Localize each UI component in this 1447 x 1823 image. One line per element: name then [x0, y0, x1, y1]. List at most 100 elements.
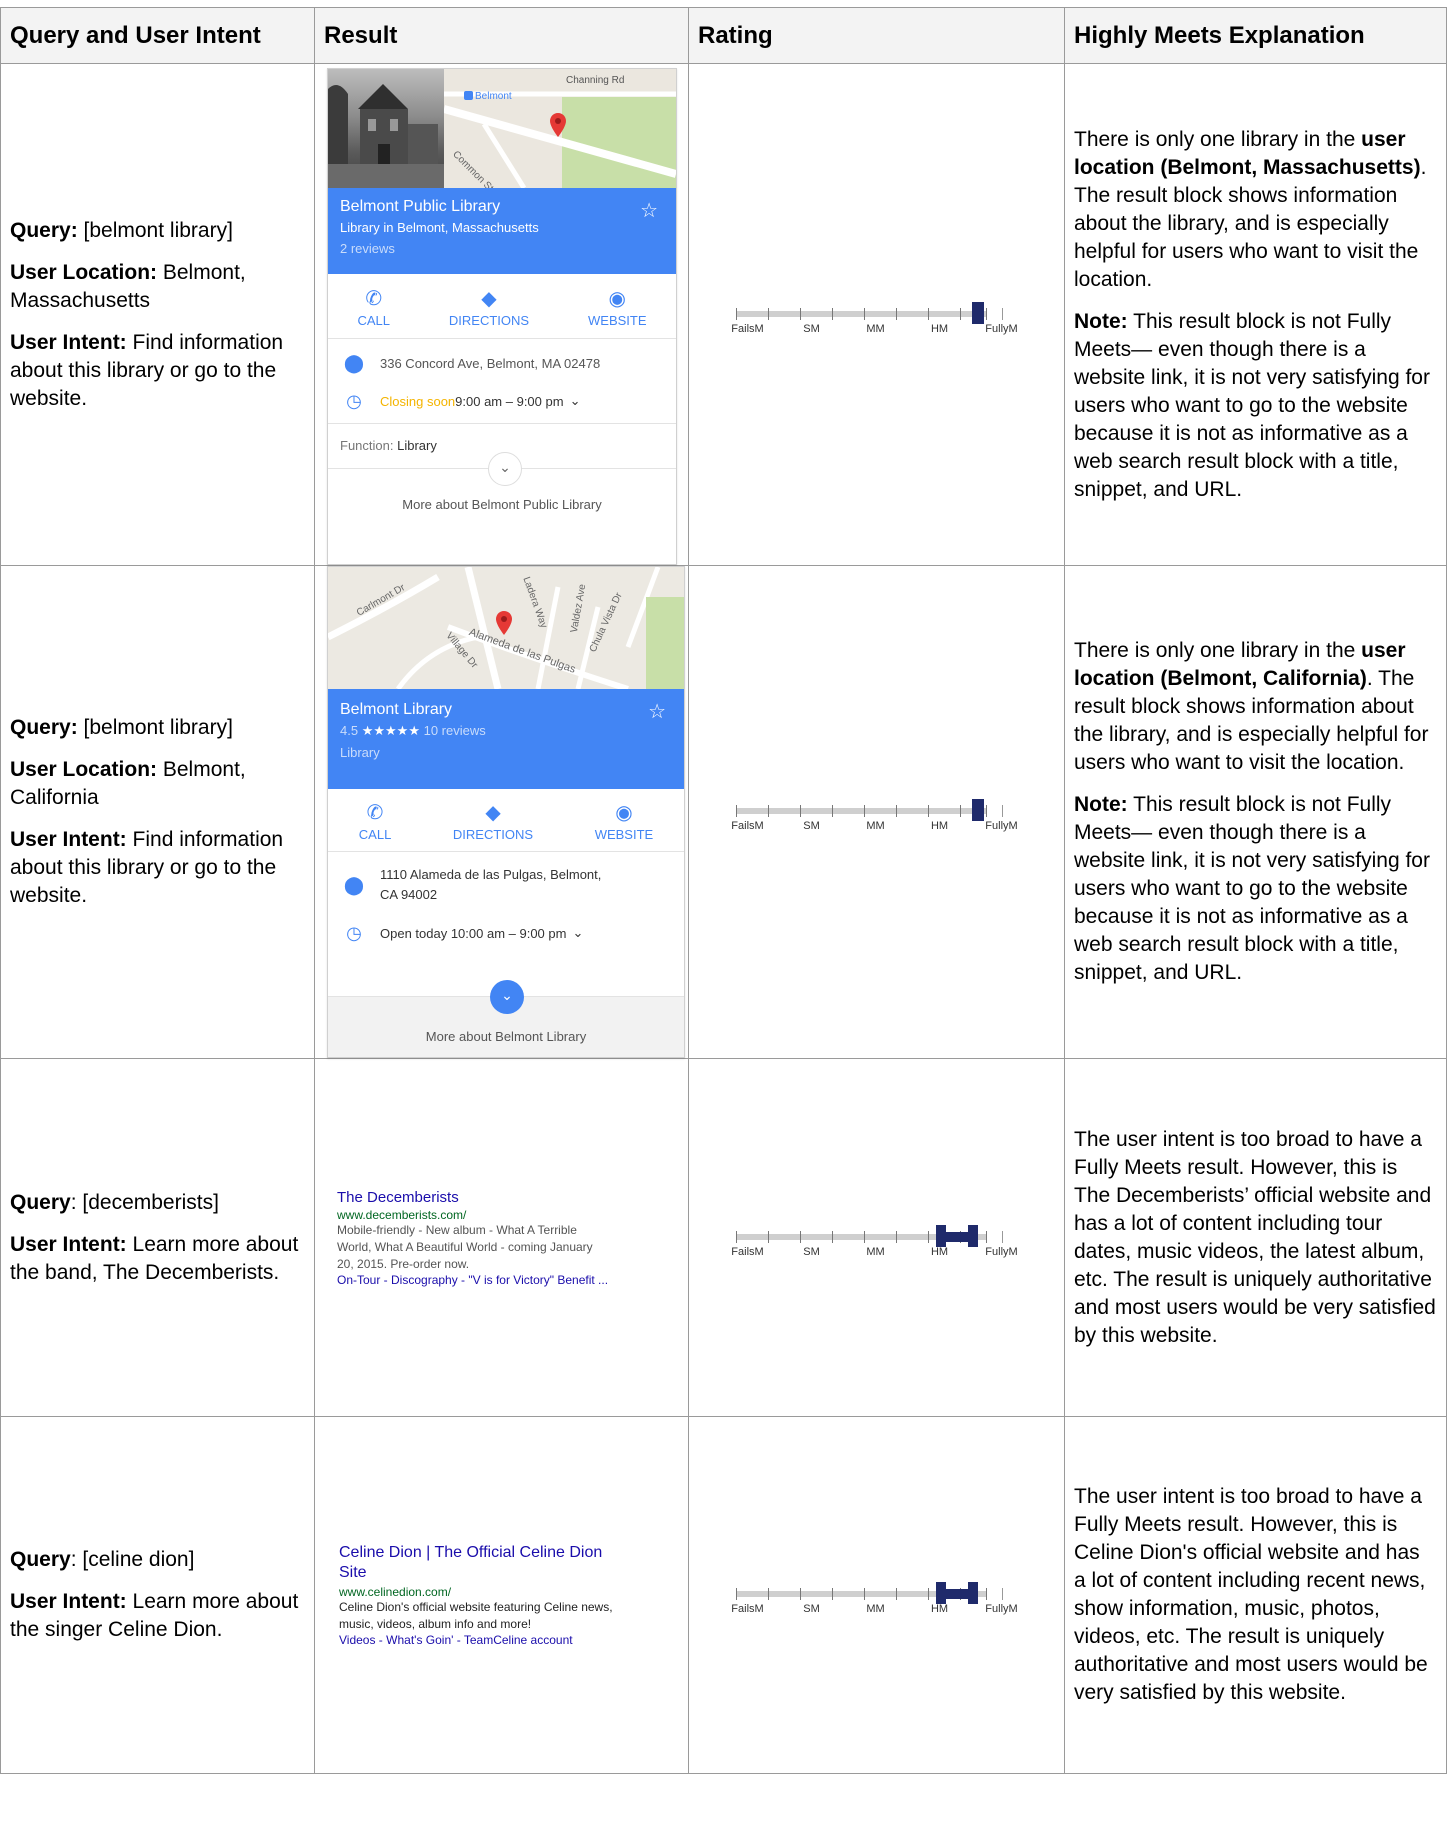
website-button[interactable]: ◉ WEBSITE [588, 285, 647, 328]
local-result-card[interactable]: Channing Rd Belmont Common St Belmont Pu… [327, 68, 677, 565]
transit-icon [464, 91, 473, 100]
call-button[interactable]: ✆ CALL [357, 285, 390, 328]
directions-button[interactable]: ◆ DIRECTIONS [449, 285, 529, 328]
expand-chevron-icon[interactable]: ⌄ [572, 925, 583, 941]
scale-label: FailsM [731, 820, 764, 832]
location-label: User Location: [10, 758, 158, 781]
scale-end-tick [1001, 805, 1003, 817]
result-title-link[interactable]: Celine Dion | The Official Celine Dion Si… [339, 1543, 664, 1583]
scale-end-tick [1001, 1230, 1003, 1243]
save-star-icon[interactable]: ☆ [648, 699, 666, 724]
scale-label: MM [866, 1603, 885, 1615]
globe-icon: ◉ [608, 287, 626, 310]
result-title-link[interactable]: The Decemberists [337, 1189, 666, 1206]
scale-label: FailsM [731, 1603, 764, 1615]
rating-cell: FailsM SM MM HM FullyM [688, 1058, 1065, 1417]
phone-icon: ✆ [366, 801, 384, 824]
result-map[interactable]: Carlmont Dr Ladera Way Valdez Ave Chula … [328, 567, 684, 689]
function-value: Library [393, 438, 437, 453]
result-cell: Celine Dion | The Official Celine Dion Si… [314, 1416, 689, 1774]
scale-label: HM [930, 1603, 949, 1615]
rating-cell: FailsM SM MM HM FullyM [688, 1416, 1065, 1774]
place-reviews[interactable]: 2 reviews [340, 241, 664, 256]
scale-tick [985, 1230, 987, 1243]
rating-line[interactable]: 4.5 ★★★★★ 10 reviews [340, 723, 672, 739]
header-result: Result [314, 7, 689, 64]
place-title[interactable]: Belmont Public Library [340, 198, 664, 216]
sitelinks[interactable]: Videos - What's Goin' - TeamCeline accou… [339, 1633, 664, 1647]
directions-label: DIRECTIONS [448, 312, 530, 328]
intent-line: User Intent: Learn more about the singer… [10, 1588, 305, 1644]
more-link[interactable]: More about Belmont Public Library [328, 497, 676, 512]
title-line: Celine Dion | The Official Celine Dion [339, 1544, 603, 1561]
more-expander[interactable]: ⌄ More about Belmont Library [328, 980, 684, 1057]
website-label: WEBSITE [588, 312, 647, 328]
scale-tick [985, 805, 987, 817]
scale-end-tick [1001, 1588, 1003, 1600]
directions-icon: ◆ [485, 801, 501, 824]
expand-chevron-icon[interactable]: ⌄ [570, 393, 581, 409]
location-label: User Location: [10, 260, 158, 284]
scale-tick [767, 1588, 769, 1600]
more-expander[interactable]: ⌄ More about Belmont Public Library [328, 452, 676, 525]
map-label-road: Channing Rd [566, 75, 625, 86]
explanation-paragraph: The user intent is too broad to have a F… [1074, 1127, 1436, 1347]
scale-tick [959, 805, 961, 817]
web-result: Celine Dion | The Official Celine Dion Si… [339, 1543, 664, 1647]
call-button[interactable]: ✆ CALL [359, 799, 392, 842]
explanation-cell: There is only one library in the user lo… [1064, 63, 1447, 566]
website-label: WEBSITE [594, 826, 654, 842]
expand-circle-icon[interactable]: ⌄ [488, 452, 522, 486]
query-line: Query: [celine dion] [10, 1546, 305, 1574]
sitelinks[interactable]: On-Tour - Discography - "V is for Victor… [337, 1273, 666, 1287]
website-button[interactable]: ◉ WEBSITE [595, 799, 654, 842]
explanation-cell: There is only one library in the user lo… [1064, 565, 1447, 1059]
location-line: User Location: Belmont, Massachusetts [10, 259, 305, 315]
result-header[interactable]: Belmont Library 4.5 ★★★★★ 10 reviews Lib… [328, 689, 684, 789]
result-snippet: Mobile-friendly - New album - What A Ter… [337, 1222, 666, 1273]
scale-label: FailsM [731, 1245, 764, 1258]
snippet-line: Celine Dion's official website featuring… [339, 1600, 613, 1614]
place-title[interactable]: Belmont Library [340, 701, 672, 719]
table-row: Query: [belmont library] User Location: … [0, 63, 1447, 566]
scale-tick [863, 307, 865, 320]
scale-label: SM [803, 322, 820, 335]
hours-row[interactable]: ◷ Open today 10:00 am – 9:00 pm ⌄ [328, 918, 684, 948]
address-row[interactable]: ⬤ 336 Concord Ave, Belmont, MA 02478 [328, 343, 676, 383]
rating-range-marker [935, 1224, 946, 1247]
scale-tick [735, 1230, 737, 1243]
expand-circle-icon[interactable]: ⌄ [490, 980, 524, 1014]
query-cell: Query: [belmont library] User Location: … [0, 565, 315, 1059]
hours-row[interactable]: ◷ Closing soon 9:00 am – 9:00 pm ⌄ [328, 383, 676, 424]
intent-line: User Intent: Learn more about the band, … [10, 1231, 305, 1287]
result-header[interactable]: Belmont Public Library Library in Belmon… [328, 188, 676, 274]
scale-tick [735, 1588, 737, 1600]
scale-tick [927, 805, 929, 817]
scale-tick [767, 307, 769, 320]
result-map[interactable]: Channing Rd Belmont Common St [328, 69, 676, 188]
web-result: The Decemberists www.decemberists.com/ M… [337, 1189, 666, 1287]
hours-status: Closing soon [380, 393, 456, 409]
expl-text: There is only one library in the [1074, 127, 1362, 151]
address-row[interactable]: ⬤ 1110 Alameda de las Pulgas, Belmont, CA … [328, 852, 684, 918]
note-label: Note: [1074, 793, 1128, 816]
scale-tick [735, 307, 737, 320]
rating-marker [971, 799, 984, 821]
local-result-card[interactable]: Carlmont Dr Ladera Way Valdez Ave Chula … [327, 566, 685, 1058]
query-label: Query [10, 1548, 71, 1571]
intent-line: User Intent: Find information about this… [10, 826, 305, 910]
rating-scale: FailsM SM MM HM FullyM [731, 1218, 1022, 1258]
scale-label: MM [866, 322, 885, 335]
scale-tick [927, 1588, 929, 1600]
hours-text: 9:00 am – 9:00 pm [455, 393, 564, 409]
result-cell: The Decemberists www.decemberists.com/ M… [314, 1058, 689, 1417]
expl-text: There is only one library in the [1074, 639, 1362, 662]
save-star-icon[interactable]: ☆ [640, 198, 658, 223]
scale-tick [895, 307, 897, 320]
directions-icon: ◆ [481, 287, 497, 310]
note-text: This result block is not Fully Meets— ev… [1074, 793, 1430, 984]
scale-tick [863, 1230, 865, 1243]
directions-button[interactable]: ◆ DIRECTIONS [453, 799, 533, 842]
location-line: User Location: Belmont, California [10, 756, 305, 812]
more-link[interactable]: More about Belmont Library [328, 1029, 684, 1044]
